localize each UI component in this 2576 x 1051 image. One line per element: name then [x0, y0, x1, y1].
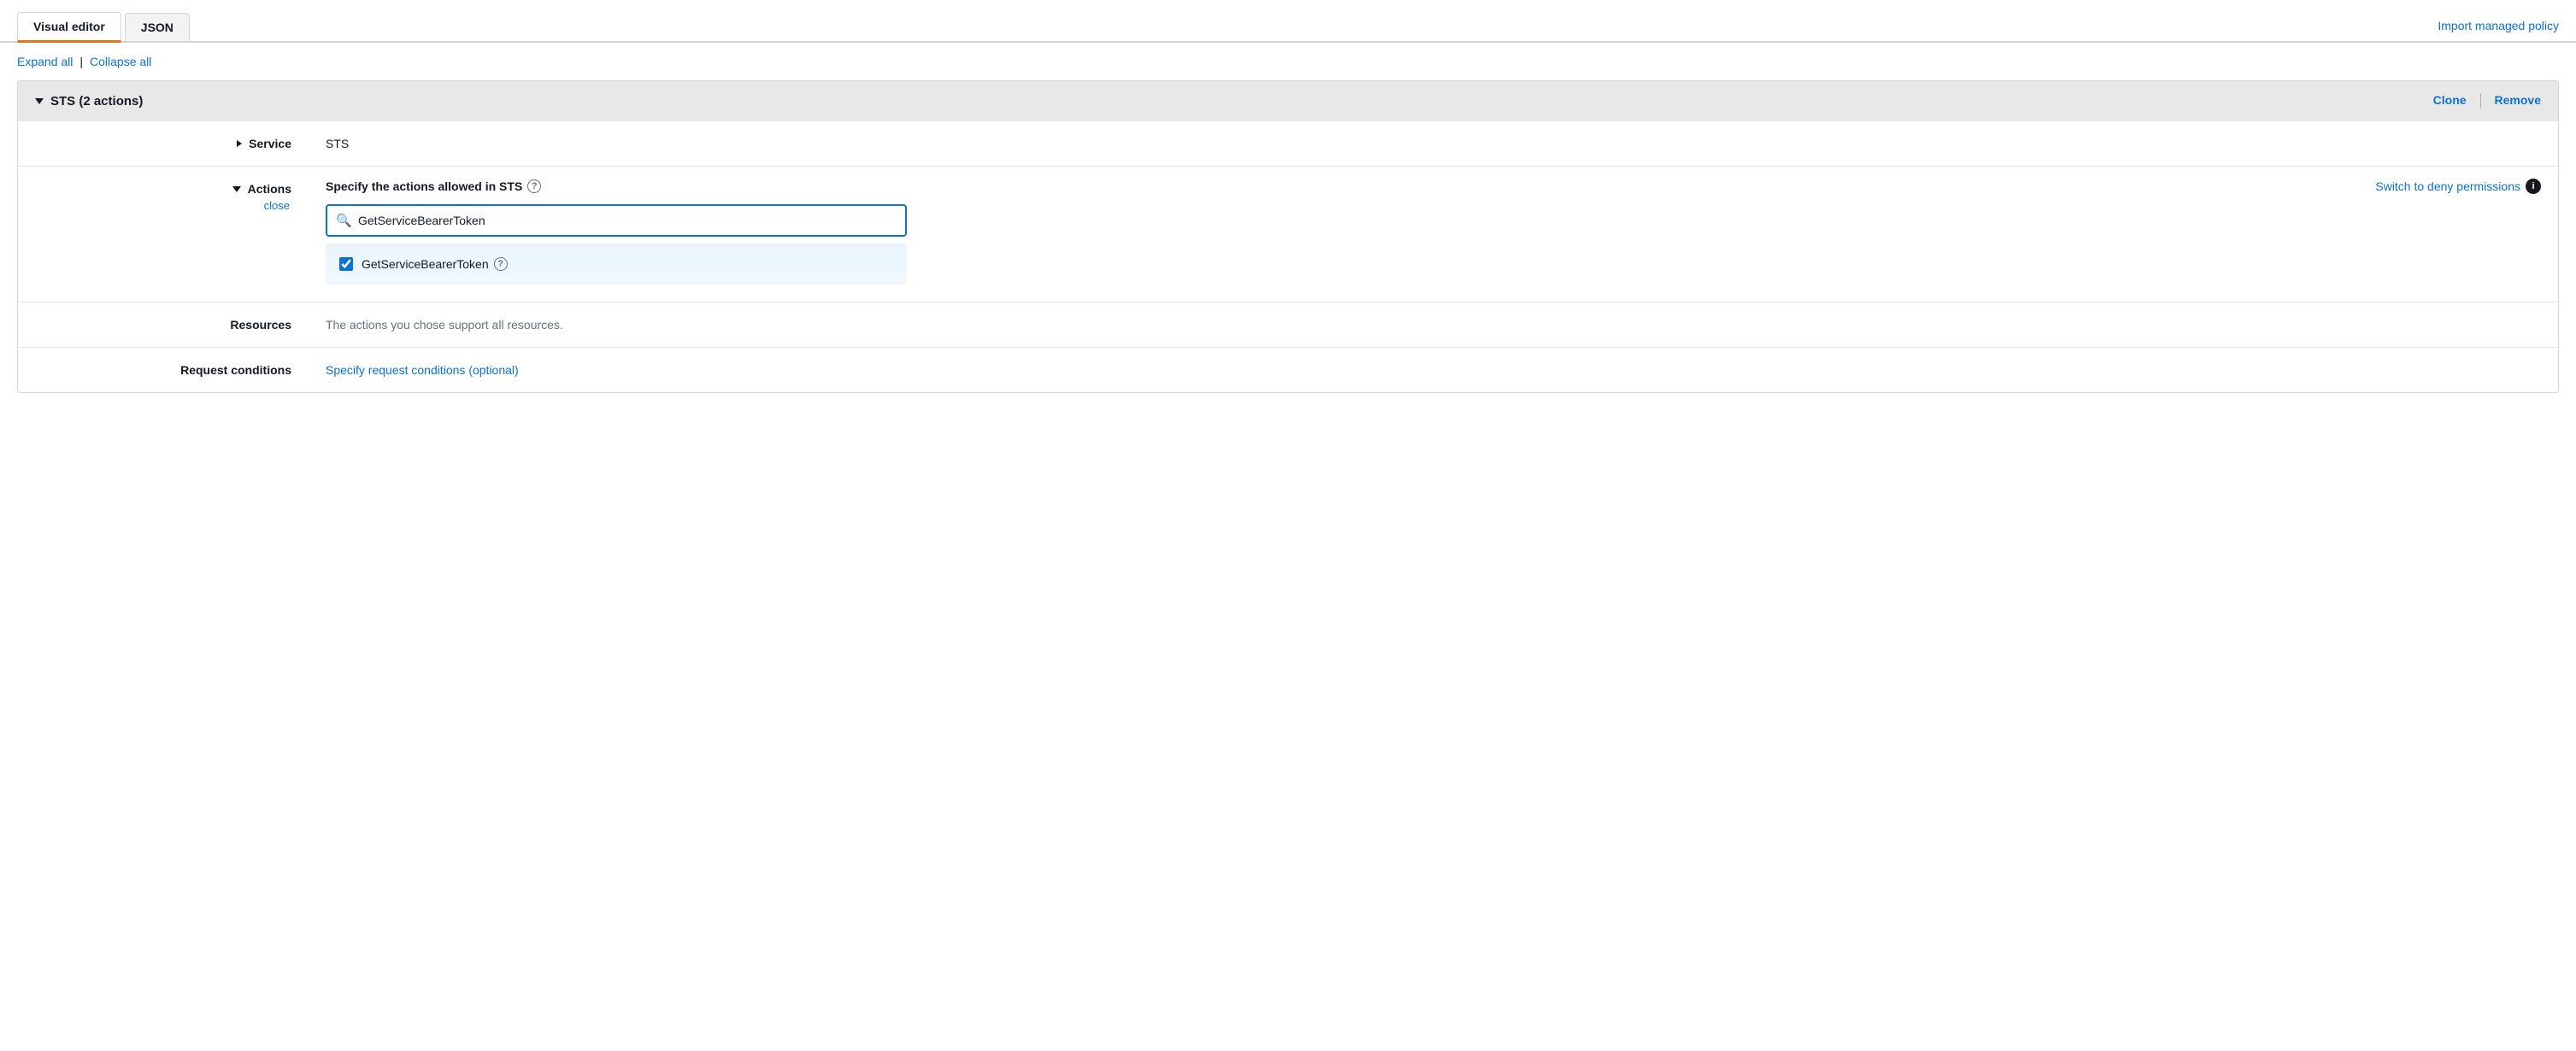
statement-header: STS (2 actions) Clone Remove — [18, 81, 2558, 120]
conditions-content-col: Specify request conditions (optional) — [309, 348, 2558, 392]
specify-conditions-link[interactable]: Specify request conditions (optional) — [326, 363, 519, 377]
expand-collapse-bar: Expand all | Collapse all — [0, 43, 2576, 80]
service-content-col: STS — [309, 121, 2558, 166]
switch-deny-text: Switch to deny permissions — [2375, 179, 2520, 193]
actions-content-col: Specify the actions allowed in STS ? Swi… — [309, 167, 2558, 302]
service-row: Service STS — [18, 120, 2558, 166]
switch-deny-link[interactable]: Switch to deny permissions i — [2375, 179, 2541, 194]
conditions-row: Request conditions Specify request condi… — [18, 347, 2558, 392]
actions-label-inner: Actions — [232, 182, 291, 196]
getservicebearertoken-checkbox[interactable] — [339, 257, 353, 271]
resources-content-col: The actions you chose support all resour… — [309, 302, 2558, 347]
service-label-col: Service — [18, 121, 309, 166]
resources-label-col: Resources — [18, 302, 309, 347]
expand-all-link[interactable]: Expand all — [17, 55, 73, 68]
divider — [2480, 93, 2481, 109]
actions-help-icon[interactable]: ? — [527, 179, 541, 193]
tab-json[interactable]: JSON — [125, 13, 190, 41]
actions-search-input[interactable] — [326, 204, 907, 237]
actions-row: Actions close Specify the actions allowe… — [18, 167, 2558, 302]
service-value: STS — [326, 135, 349, 150]
resources-row: Resources The actions you chose support … — [18, 302, 2558, 347]
separator: | — [79, 55, 83, 68]
tabs-bar: Visual editor JSON Import managed policy — [0, 0, 2576, 43]
list-item: GetServiceBearerToken ? — [339, 252, 893, 276]
import-managed-policy-link[interactable]: Import managed policy — [2438, 19, 2559, 41]
search-container: 🔍 — [326, 204, 2541, 237]
search-icon: 🔍 — [336, 213, 352, 228]
remove-statement-button[interactable]: Remove — [2495, 93, 2541, 109]
actions-label-col: Actions close — [18, 167, 309, 215]
collapse-statement-icon[interactable] — [35, 98, 44, 104]
actions-row-wrapper: Actions close Specify the actions allowe… — [18, 166, 2558, 302]
policy-editor: STS (2 actions) Clone Remove Service STS… — [17, 80, 2559, 393]
conditions-label-col: Request conditions — [18, 348, 309, 392]
clone-statement-button[interactable]: Clone — [2433, 93, 2467, 109]
service-label: Service — [249, 137, 291, 150]
getservicebearertoken-label: GetServiceBearerToken ? — [362, 257, 508, 271]
actions-label: Actions — [248, 182, 291, 196]
resources-value: The actions you chose support all resour… — [326, 318, 563, 332]
switch-deny-info-icon[interactable]: i — [2526, 179, 2541, 194]
actions-header-row: Specify the actions allowed in STS ? Swi… — [326, 179, 2541, 194]
collapse-actions-icon[interactable] — [232, 186, 241, 192]
getservicebearertoken-help-icon[interactable]: ? — [494, 257, 508, 271]
getservicebearertoken-text: GetServiceBearerToken — [362, 257, 489, 271]
actions-checkbox-list: GetServiceBearerToken ? — [326, 244, 907, 285]
actions-close-link[interactable]: close — [264, 199, 291, 212]
collapse-all-link[interactable]: Collapse all — [90, 55, 151, 68]
tabs-left: Visual editor JSON — [17, 10, 190, 41]
resources-label: Resources — [230, 318, 291, 332]
statement-header-left: STS (2 actions) — [35, 94, 143, 109]
conditions-label: Request conditions — [180, 363, 291, 377]
statement-title: STS (2 actions) — [50, 94, 143, 109]
tab-visual-editor[interactable]: Visual editor — [17, 12, 121, 43]
expand-service-icon[interactable] — [237, 140, 242, 147]
statement-header-actions: Clone Remove — [2433, 93, 2541, 109]
actions-title-text: Specify the actions allowed in STS — [326, 179, 522, 193]
actions-title: Specify the actions allowed in STS ? — [326, 179, 541, 193]
